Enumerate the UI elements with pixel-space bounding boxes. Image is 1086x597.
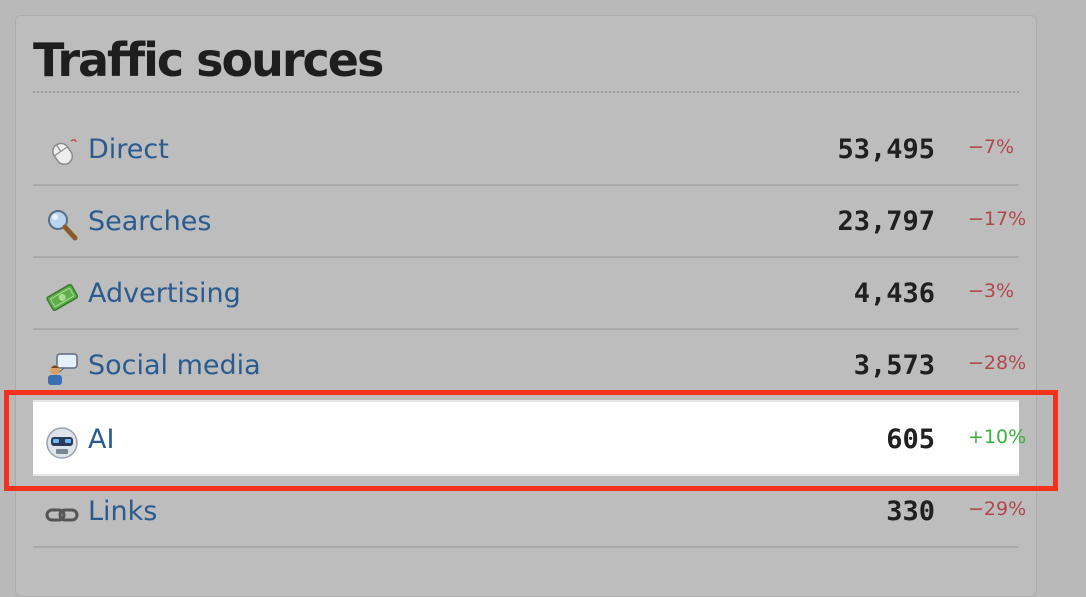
mouse-icon [45, 136, 79, 170]
change-badge: −17% [968, 208, 1027, 230]
change-badge: −7% [968, 136, 1015, 158]
visit-count: 53,495 [837, 134, 935, 165]
money-icon [45, 280, 79, 314]
chat-person-icon [45, 352, 79, 386]
list-item-ai: AI 605 +10% [33, 400, 1026, 476]
change-badge: +10% [968, 426, 1027, 448]
source-link-ai[interactable]: AI [88, 420, 114, 460]
visit-count: 3,573 [853, 350, 935, 381]
list-item-links: Links 330 −29% [33, 476, 1026, 548]
visit-count: 330 [886, 496, 935, 527]
visit-count: 23,797 [837, 206, 935, 237]
list-item-advertising: Advertising 4,436 −3% [33, 258, 1019, 330]
list-item-searches: Searches 23,797 −17% [33, 186, 1026, 258]
source-link-advertising[interactable]: Advertising [88, 274, 241, 314]
title-divider [33, 91, 1019, 93]
source-link-searches[interactable]: Searches [88, 202, 211, 242]
visit-count: 4,436 [853, 278, 935, 309]
magnifier-icon [45, 208, 79, 242]
traffic-sources-list: Direct 53,495 −7% Searches 23,797 −17% A… [33, 114, 1026, 548]
change-badge: −3% [968, 280, 1015, 302]
list-item-social-media: Social media 3,573 −28% [33, 330, 1026, 402]
change-badge: −28% [968, 352, 1027, 374]
robot-icon [45, 426, 79, 460]
source-link-social-media[interactable]: Social media [88, 346, 261, 386]
panel-title: Traffic sources [33, 33, 384, 87]
list-item-direct: Direct 53,495 −7% [33, 114, 1019, 186]
visit-count: 605 [886, 424, 935, 455]
source-link-direct[interactable]: Direct [88, 130, 169, 170]
source-link-links[interactable]: Links [88, 492, 157, 532]
change-badge: −29% [968, 498, 1027, 520]
chain-link-icon [45, 498, 79, 532]
